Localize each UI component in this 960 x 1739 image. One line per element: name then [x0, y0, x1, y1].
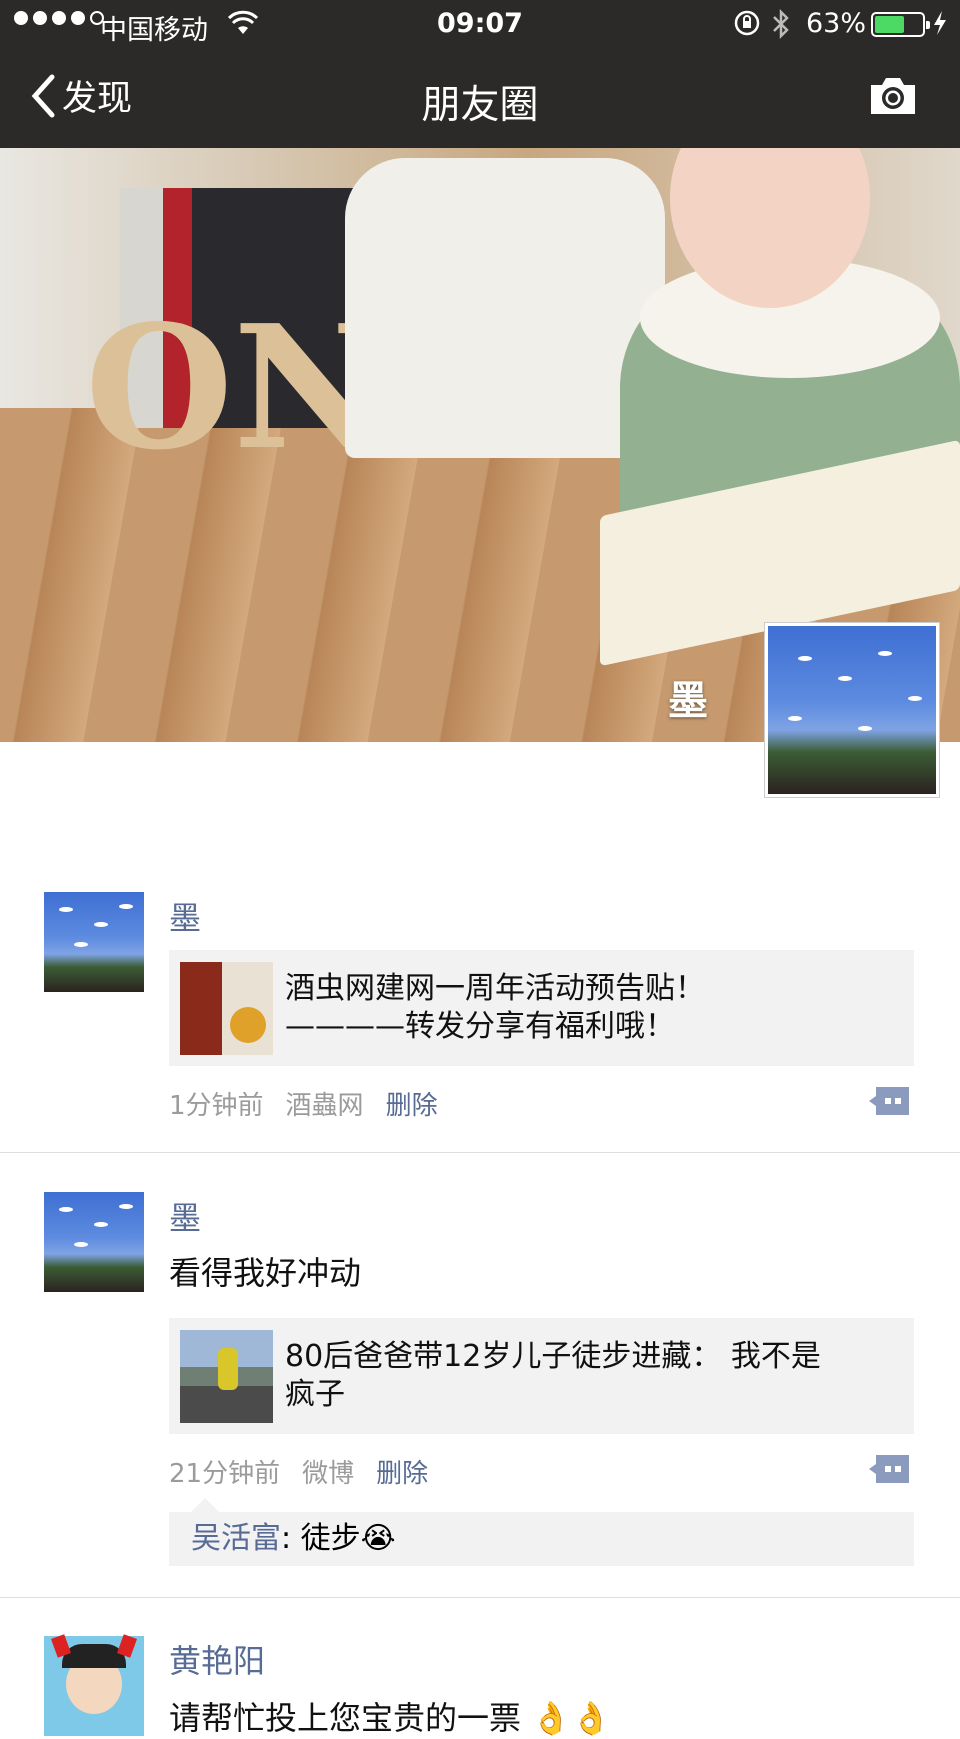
link-thumbnail — [180, 961, 273, 1055]
delete-button[interactable]: 删除 — [376, 1453, 428, 1490]
bluetooth-icon — [770, 8, 792, 47]
battery-icon — [871, 12, 930, 37]
comment-author[interactable]: 吴活富 — [191, 1521, 281, 1556]
page-title: 朋友圈 — [421, 83, 539, 128]
comment-list: 吴活富: 徒步😭 — [169, 1498, 914, 1566]
shared-link-card[interactable]: 酒虫网建网一周年活动预告贴！ ————转发分享有福利哦！ — [169, 950, 914, 1066]
camera-icon[interactable] — [867, 75, 919, 121]
owner-avatar[interactable] — [765, 623, 939, 797]
link-title: 酒虫网建网一周年活动预告贴！ — [285, 971, 705, 1006]
post-author[interactable]: 墨 — [169, 893, 201, 939]
comment-icon[interactable] — [868, 1086, 910, 1116]
charging-icon — [932, 9, 948, 44]
link-subtitle: 疯子 — [285, 1377, 345, 1412]
post-time: 1分钟前 — [169, 1091, 264, 1121]
moments-feed: 墨 酒虫网建网一周年活动预告贴！ ————转发分享有福利哦！ 1分钟前 酒蟲网 … — [0, 880, 960, 1737]
post-text: 请帮忙投上您宝贵的一票 👌👌 — [169, 1699, 611, 1737]
post-time: 21分钟前 — [169, 1459, 281, 1489]
link-thumbnail — [180, 1329, 273, 1423]
comment-text: : 徒步😭 — [281, 1521, 396, 1556]
shared-link-card[interactable]: 80后爸爸带12岁儿子徒步进藏： 我不是 疯子 — [169, 1318, 914, 1434]
battery-percent: 63% — [806, 8, 867, 39]
status-bar: 中国移动 09:07 63% — [0, 0, 960, 50]
avatar[interactable] — [44, 1192, 144, 1292]
feed-post: 墨 酒虫网建网一周年活动预告贴！ ————转发分享有福利哦！ 1分钟前 酒蟲网 … — [0, 880, 960, 1153]
nav-bar: 发现 朋友圈 — [0, 50, 960, 148]
avatar[interactable] — [44, 1634, 144, 1736]
feed-post: 黄艳阳 请帮忙投上您宝贵的一票 👌👌 — [0, 1598, 960, 1737]
avatar[interactable] — [44, 892, 144, 992]
post-author[interactable]: 黄艳阳 — [169, 1636, 265, 1682]
cover-owner-name[interactable]: 墨 — [668, 668, 708, 726]
link-title: 80后爸爸带12岁儿子徒步进藏： 我不是 — [285, 1339, 821, 1374]
post-source[interactable]: 微博 — [302, 1453, 354, 1490]
post-author[interactable]: 墨 — [169, 1193, 201, 1239]
rotation-lock-icon — [733, 9, 761, 44]
post-source[interactable]: 酒蟲网 — [286, 1085, 364, 1122]
link-subtitle: ————转发分享有福利哦！ — [285, 1009, 675, 1044]
comment-icon[interactable] — [868, 1454, 910, 1484]
feed-post: 墨 看得我好冲动 80后爸爸带12岁儿子徒步进藏： 我不是 疯子 21分钟前 微… — [0, 1153, 960, 1598]
post-text: 看得我好冲动 — [169, 1254, 362, 1292]
delete-button[interactable]: 删除 — [386, 1085, 438, 1122]
